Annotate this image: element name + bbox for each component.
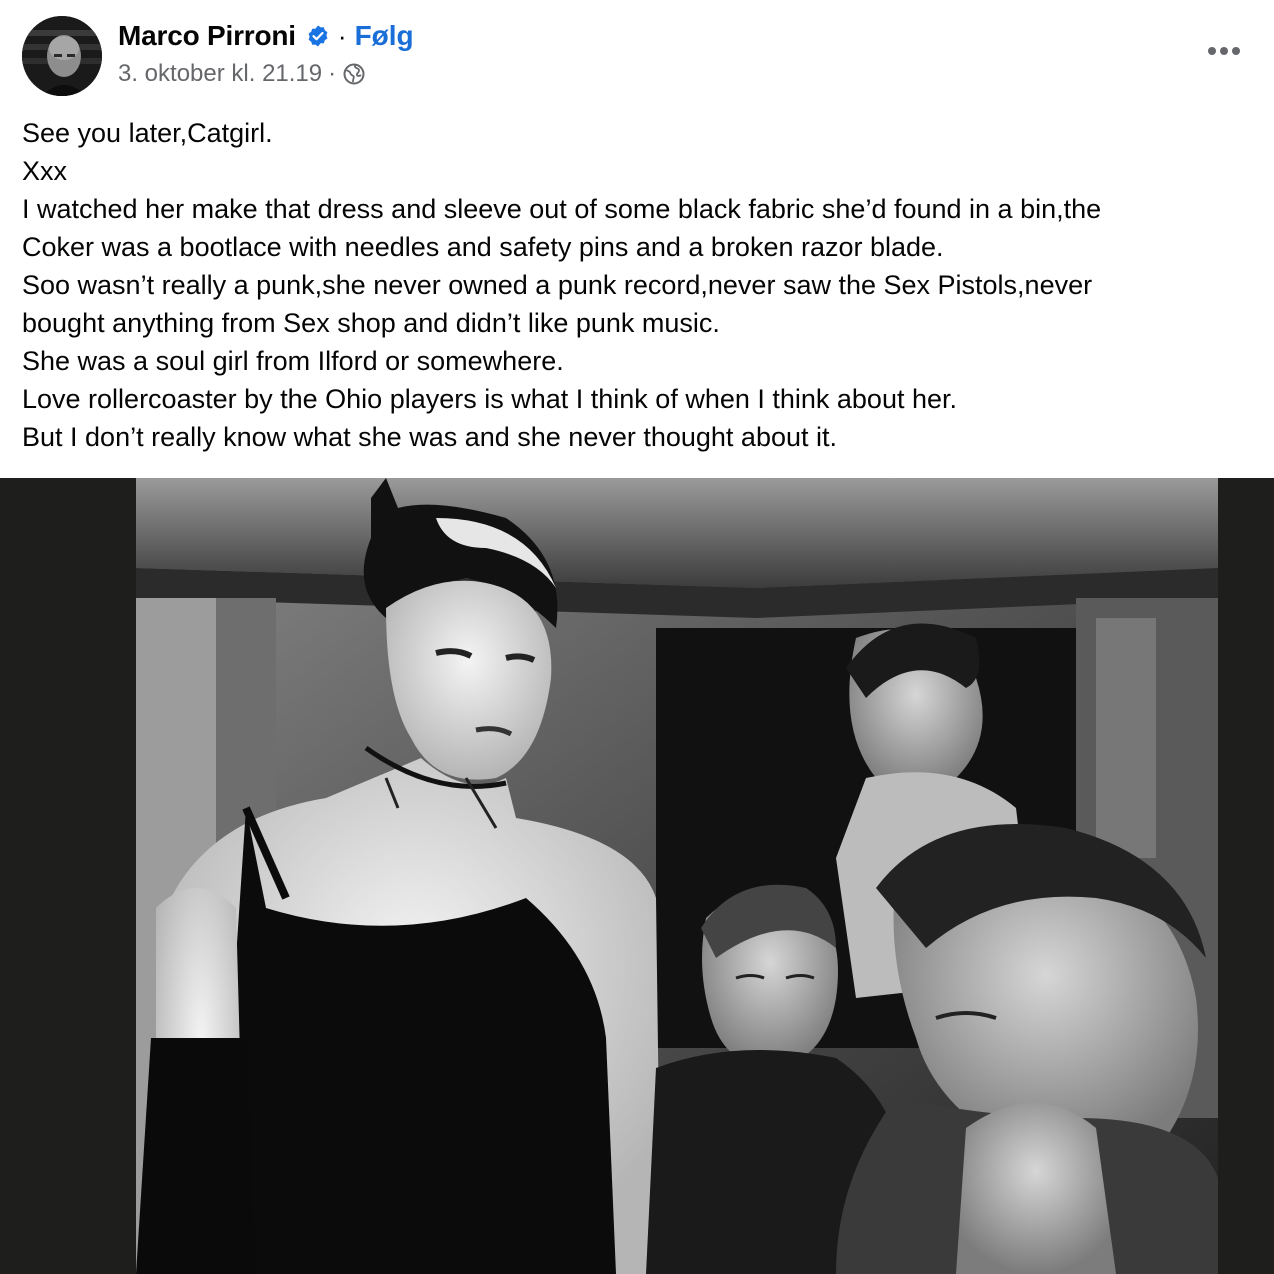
post-text-line: Soo wasn’t really a punk,she never owned… (22, 270, 1093, 300)
more-options-icon[interactable] (1202, 36, 1246, 66)
more-dot (1220, 47, 1228, 55)
name-separator: · (337, 20, 347, 51)
avatar-photo (22, 16, 102, 96)
post-header: Marco Pirroni · Følg 3. oktober kl. 21.1… (0, 0, 1274, 110)
more-dot (1208, 47, 1216, 55)
post-text-line: See you later,Catgirl. (22, 118, 273, 148)
post-meta: 3. oktober kl. 21.19 · (118, 58, 366, 90)
author-avatar[interactable] (22, 16, 102, 96)
photo-image (136, 478, 1218, 1274)
post-timestamp[interactable]: 3. oktober kl. 21.19 (118, 60, 322, 88)
verified-badge-icon (308, 25, 328, 47)
follow-button[interactable]: Følg (355, 20, 414, 52)
author-name[interactable]: Marco Pirroni (118, 20, 296, 52)
post-text-line: Love rollercoaster by the Ohio players i… (22, 384, 958, 414)
post-body: See you later,Catgirl. Xxx I watched her… (22, 114, 1262, 456)
more-dot (1232, 47, 1240, 55)
post-text-line: Coker was a bootlace with needles and sa… (22, 232, 944, 262)
meta-separator: · (328, 60, 337, 87)
post-text-line: Xxx (22, 156, 68, 186)
globe-icon[interactable] (342, 62, 366, 86)
post-text-line: I watched her make that dress and sleeve… (22, 194, 1102, 224)
author-line: Marco Pirroni · Følg (118, 18, 414, 54)
post-text-line: bought anything from Sex shop and didn’t… (22, 308, 720, 338)
post-photo[interactable] (0, 478, 1274, 1274)
post-text-line: But I don’t really know what she was and… (22, 422, 837, 452)
post-text-line: She was a soul girl from Ilford or somew… (22, 346, 564, 376)
